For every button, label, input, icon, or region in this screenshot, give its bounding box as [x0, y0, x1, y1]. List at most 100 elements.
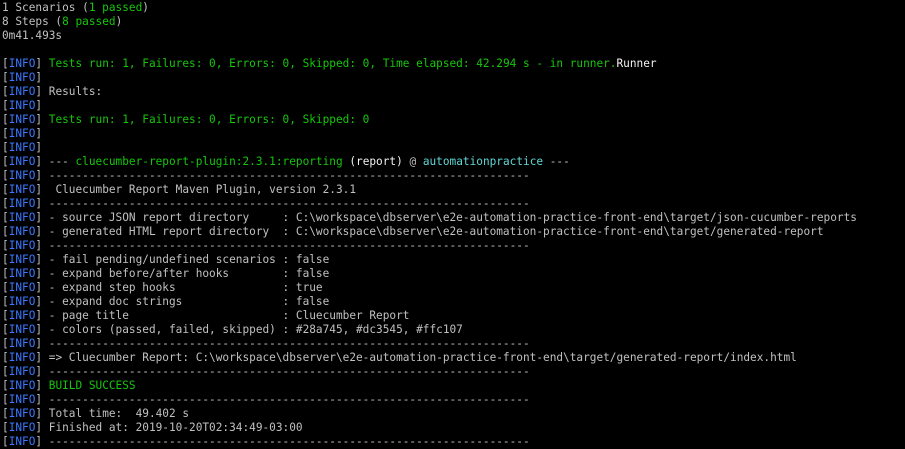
console-text: ] Total time: 49.402 s	[35, 407, 190, 420]
log-level-tag: INFO	[8, 267, 36, 280]
console-text: ]	[35, 127, 49, 140]
console-line: [INFO] - expand before/after hooks : fal…	[2, 267, 905, 281]
console-text: ]	[35, 57, 49, 70]
console-line: [INFO] - fail pending/undefined scenario…	[2, 253, 905, 267]
log-level-tag: INFO	[8, 281, 36, 294]
console-line: [INFO]	[2, 99, 905, 113]
console-text: [	[2, 281, 9, 294]
log-level-tag: INFO	[8, 351, 36, 364]
log-level-tag: INFO	[8, 365, 36, 378]
console-text: ] Results:	[35, 85, 103, 98]
log-level-tag: INFO	[8, 155, 36, 168]
console-text: ]	[35, 71, 49, 84]
log-level-tag: INFO	[8, 113, 36, 126]
console-text: [	[2, 309, 9, 322]
console-text: [	[2, 197, 9, 210]
console-line: 1 Scenarios (1 passed)	[2, 1, 905, 15]
console-text: [	[2, 211, 9, 224]
log-level-tag: INFO	[8, 323, 36, 336]
log-level-tag: INFO	[8, 253, 36, 266]
console-text: ]	[35, 155, 49, 168]
console-text: [	[2, 225, 9, 238]
console-line: [INFO] Results:	[2, 85, 905, 99]
console-line: [INFO] ---------------------------------…	[2, 435, 905, 449]
console-text: cluecumber-report-plugin:2.3.1:reporting	[75, 155, 343, 168]
log-level-tag: INFO	[8, 71, 36, 84]
console-text: [	[2, 295, 9, 308]
console-line: [INFO]	[2, 71, 905, 85]
console-text: [	[2, 379, 9, 392]
log-level-tag: INFO	[8, 407, 36, 420]
console-text: ] - fail pending/undefined scenarios : f…	[35, 253, 330, 266]
console-text: [	[2, 239, 9, 252]
log-level-tag: INFO	[8, 183, 36, 196]
console-line: [INFO]	[2, 127, 905, 141]
log-level-tag: INFO	[8, 393, 36, 406]
log-level-tag: INFO	[8, 197, 36, 210]
console-text: [	[2, 421, 9, 434]
console-text: (report)	[342, 155, 403, 168]
console-text: Tests run: 1, Failures: 0, Errors: 0, Sk…	[48, 113, 370, 126]
console-text: [	[2, 127, 9, 140]
console-line: [INFO] - page title : Cluecumber Report	[2, 309, 905, 323]
console-text: [	[2, 141, 9, 154]
console-text: )	[115, 15, 123, 28]
console-text: [	[2, 351, 9, 364]
console-line: [INFO] Finished at: 2019-10-20T02:34:49-…	[2, 421, 905, 435]
console-text: ] - expand doc strings : false	[35, 295, 330, 308]
console-text: ] --------------------------------------…	[35, 365, 530, 378]
log-level-tag: INFO	[8, 127, 36, 140]
console-text: ]	[35, 379, 49, 392]
console-text: ] --------------------------------------…	[35, 197, 530, 210]
console-text: [	[2, 267, 9, 280]
console-text: ] - source JSON report directory : C:\wo…	[35, 211, 857, 224]
console-text: ] Cluecumber Report Maven Plugin, versio…	[35, 183, 356, 196]
console-text: [	[2, 71, 9, 84]
console-text: @	[402, 155, 423, 168]
console-text: Runner	[616, 57, 657, 70]
log-level-tag: INFO	[8, 421, 36, 434]
console-text: ---	[543, 155, 570, 168]
console-line: [INFO] ---------------------------------…	[2, 393, 905, 407]
console-line: [INFO]	[2, 141, 905, 155]
console-text: 1 Scenarios (	[2, 1, 89, 14]
console-line: [INFO] Total time: 49.402 s	[2, 407, 905, 421]
console-text: [	[2, 407, 9, 420]
console-text: ] - colors (passed, failed, skipped) : #…	[35, 323, 463, 336]
console-text: automationpractice	[422, 155, 544, 168]
console-text: 8 passed	[62, 15, 116, 28]
console-text: [	[2, 169, 9, 182]
console-line: [INFO] Tests run: 1, Failures: 0, Errors…	[2, 113, 905, 127]
console-line: [INFO] - expand step hooks : true	[2, 281, 905, 295]
console-text: ] => Cluecumber Report: C:\workspace\dbs…	[35, 351, 797, 364]
console-text: ]	[35, 141, 49, 154]
console-text: 0m41.493s	[2, 29, 63, 42]
console-line: [INFO] => Cluecumber Report: C:\workspac…	[2, 351, 905, 365]
console-text: ---	[48, 155, 76, 168]
console-line: [INFO] --- cluecumber-report-plugin:2.3.…	[2, 155, 905, 169]
console-line: [INFO] - generated HTML report directory…	[2, 225, 905, 239]
console-text: [	[2, 85, 9, 98]
terminal-console[interactable]: 1 Scenarios (1 passed) 8 Steps (8 passed)…	[0, 0, 905, 448]
console-text: ] - expand step hooks : true	[35, 281, 323, 294]
console-text: ] --------------------------------------…	[35, 337, 530, 350]
console-line: 0m41.493s	[2, 29, 905, 43]
console-text: [	[2, 155, 9, 168]
log-level-tag: INFO	[8, 169, 36, 182]
console-line: [INFO] ---------------------------------…	[2, 365, 905, 379]
console-text: ]	[35, 99, 49, 112]
console-line: 8 Steps (8 passed)	[2, 15, 905, 29]
console-text: [	[2, 365, 9, 378]
log-level-tag: INFO	[8, 211, 36, 224]
log-level-tag: INFO	[8, 309, 36, 322]
console-line: [INFO] BUILD SUCCESS	[2, 379, 905, 393]
log-level-tag: INFO	[8, 337, 36, 350]
console-text: [	[2, 337, 9, 350]
console-text: [	[2, 183, 9, 196]
log-level-tag: INFO	[8, 295, 36, 308]
console-text: [	[2, 99, 9, 112]
console-text: [	[2, 435, 9, 448]
console-text: 8 Steps (	[2, 15, 63, 28]
console-text: ] --------------------------------------…	[35, 169, 530, 182]
log-level-tag: INFO	[8, 57, 36, 70]
